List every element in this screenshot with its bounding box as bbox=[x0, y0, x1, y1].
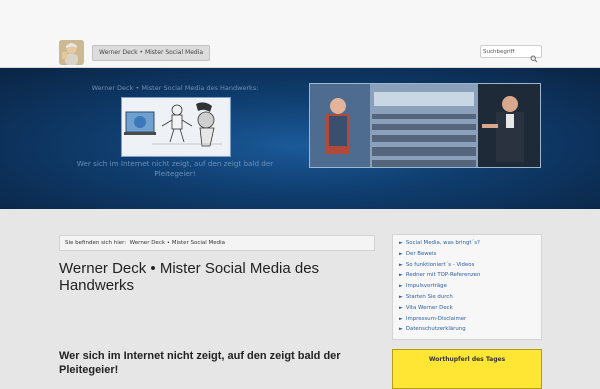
arrow-right-icon: ► bbox=[399, 326, 403, 333]
hero-speaker-photo bbox=[309, 83, 541, 168]
breadcrumb: Sie befinden sich hier: Werner Deck • Mi… bbox=[59, 235, 375, 251]
arrow-right-icon: ► bbox=[399, 261, 403, 268]
content-subheading: Wer sich im Internet nicht zeigt, auf de… bbox=[59, 350, 341, 376]
sidebar-item-datenschutz[interactable]: ► Datenschutzerklärung bbox=[399, 324, 541, 335]
sidebar-item-vita[interactable]: ► Vita Werner Deck bbox=[399, 303, 541, 314]
sidebar-item-starten[interactable]: ► Starten Sie durch bbox=[399, 292, 541, 303]
quote-of-the-day-widget: Worthupferl des Tages bbox=[392, 349, 542, 389]
arrow-right-icon: ► bbox=[399, 283, 403, 290]
sidebar-item-der-beweis[interactable]: ► Der Beweis bbox=[399, 249, 541, 260]
sidebar-item-impressum[interactable]: ► Impressum-Disclaimer bbox=[399, 314, 541, 325]
page-title: Werner Deck • Mister Social Media des Ha… bbox=[59, 260, 320, 294]
breadcrumb-current[interactable]: Werner Deck • Mister Social Media bbox=[130, 240, 225, 246]
sidebar-item-videos[interactable]: ► So funktioniert´s - Videos bbox=[399, 260, 541, 271]
sidebar-item-social-media[interactable]: ► Social Media, was bringt´s? bbox=[399, 238, 541, 249]
arrow-right-icon: ► bbox=[399, 240, 403, 246]
arrow-right-icon: ► bbox=[399, 250, 403, 257]
search-icon[interactable] bbox=[530, 48, 538, 63]
hero-cartoon-image bbox=[121, 97, 231, 157]
top-header: Werner Deck • Mister Social Media bbox=[0, 0, 600, 68]
widget-title: Worthupferl des Tages bbox=[428, 356, 506, 363]
hero-tagline: Wer sich im Internet nicht zeigt, auf de… bbox=[76, 159, 274, 178]
sidebar-item-redner[interactable]: ► Redner mit TOP-Referenzen bbox=[399, 270, 541, 281]
hero-title: Werner Deck • Mister Social Media des Ha… bbox=[91, 84, 259, 92]
sidebar-item-impulsvortraege[interactable]: ► Impulsvorträge bbox=[399, 281, 541, 292]
arrow-right-icon: ► bbox=[399, 304, 403, 311]
sidebar-menu: ► Social Media, was bringt´s? ► Der Beweis… bbox=[392, 234, 542, 340]
site-title-link[interactable]: Werner Deck • Mister Social Media bbox=[92, 45, 211, 61]
search-input[interactable] bbox=[483, 46, 531, 57]
arrow-right-icon: ► bbox=[399, 293, 403, 300]
search-box[interactable] bbox=[480, 45, 542, 63]
site-logo-avatar[interactable] bbox=[59, 40, 84, 65]
arrow-right-icon: ► bbox=[399, 272, 403, 279]
arrow-right-icon: ► bbox=[399, 315, 403, 322]
breadcrumb-label: Sie befinden sich hier: bbox=[65, 240, 127, 246]
